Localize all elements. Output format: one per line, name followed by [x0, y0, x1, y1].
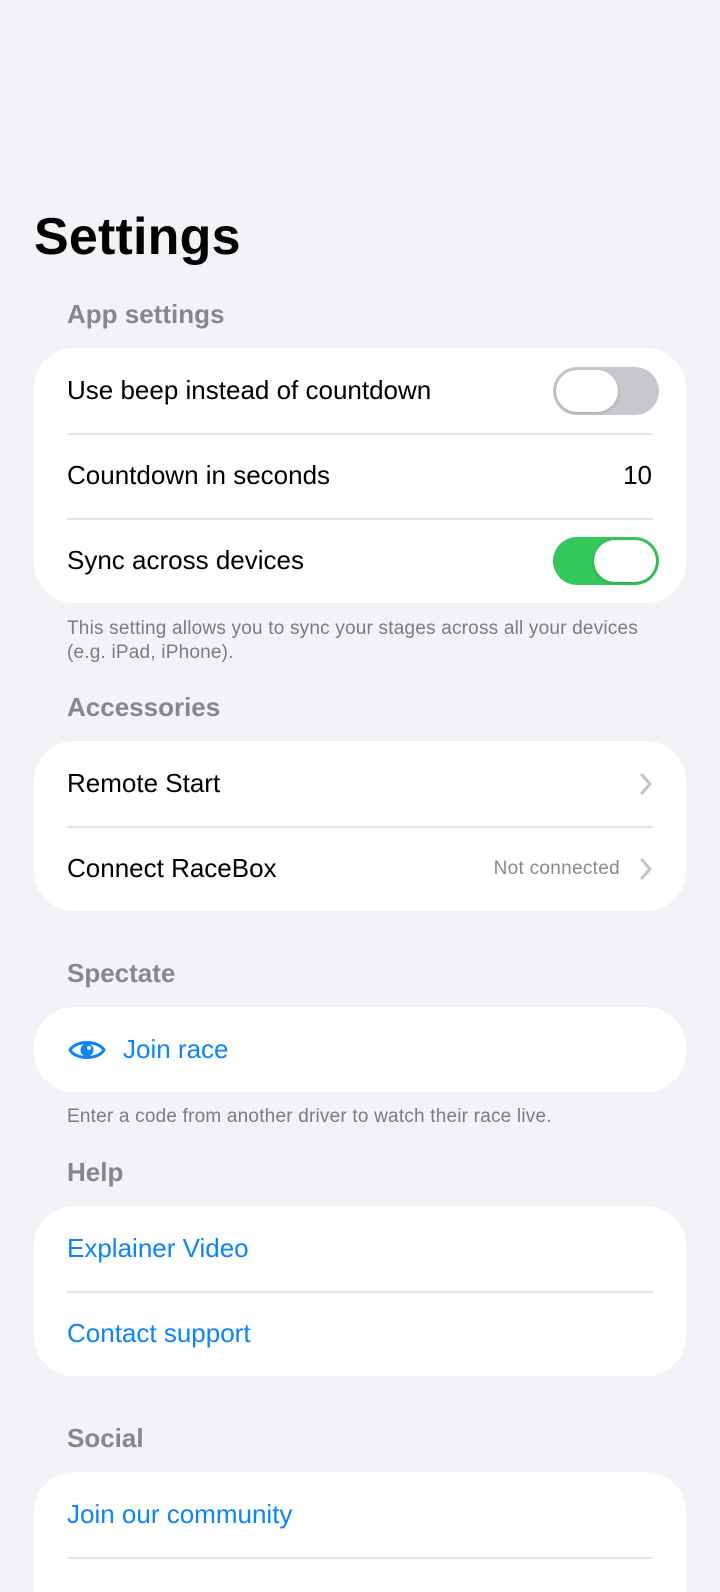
- explainer-video-link[interactable]: Explainer Video: [67, 1233, 656, 1264]
- toggle-knob: [556, 369, 618, 412]
- section-header-help: Help: [67, 1157, 124, 1187]
- remote-start-row[interactable]: Remote Start: [34, 741, 686, 826]
- use-beep-row[interactable]: Use beep instead of countdown: [34, 348, 686, 433]
- join-community-link[interactable]: Join our community: [67, 1499, 656, 1530]
- section-header-accessories: Accessories: [67, 692, 221, 722]
- spectate-card: Join race: [34, 1007, 686, 1092]
- section-header-app-settings: App settings: [67, 299, 225, 329]
- join-race-label: Join race: [123, 1034, 229, 1064]
- page-title: Settings: [34, 208, 241, 266]
- social-row-divider: [67, 1557, 653, 1559]
- countdown-seconds-row[interactable]: Countdown in seconds 10: [34, 433, 686, 518]
- racebox-status: Not connected: [493, 857, 620, 879]
- contact-support-row[interactable]: Contact support: [34, 1291, 686, 1376]
- join-community-row[interactable]: Join our community: [34, 1472, 686, 1557]
- connect-racebox-row[interactable]: Connect RaceBox Not connected: [34, 826, 686, 911]
- eye-icon: [68, 1040, 106, 1059]
- toggle-knob: [594, 539, 656, 582]
- remote-start-label: Remote Start: [67, 768, 221, 798]
- join-race-row[interactable]: Join race: [34, 1007, 686, 1092]
- chevron-right-icon: [640, 858, 652, 879]
- spectate-footnote: Enter a code from another driver to watc…: [67, 1106, 552, 1127]
- chevron-right-icon: [640, 773, 652, 794]
- use-beep-toggle[interactable]: [553, 366, 659, 415]
- accessories-card: Remote Start Connect RaceBox Not connect…: [34, 741, 686, 911]
- sync-devices-row[interactable]: Sync across devices: [34, 518, 686, 603]
- contact-support-link[interactable]: Contact support: [67, 1318, 656, 1349]
- use-beep-label: Use beep instead of countdown: [67, 375, 432, 405]
- countdown-seconds-value: 10: [623, 460, 652, 490]
- countdown-seconds-label: Countdown in seconds: [67, 460, 331, 490]
- connect-racebox-label: Connect RaceBox: [67, 853, 277, 883]
- help-card: Explainer Video Contact support: [34, 1206, 686, 1376]
- explainer-video-row[interactable]: Explainer Video: [34, 1206, 686, 1291]
- section-header-spectate: Spectate: [67, 958, 176, 988]
- sync-footnote: This setting allows you to sync your sta…: [67, 618, 638, 663]
- section-header-social: Social: [67, 1423, 144, 1453]
- sync-devices-label: Sync across devices: [67, 545, 304, 575]
- sync-devices-toggle[interactable]: [553, 536, 659, 585]
- app-settings-card: Use beep instead of countdown Countdown …: [34, 348, 686, 603]
- social-card: Join our community: [34, 1472, 686, 1592]
